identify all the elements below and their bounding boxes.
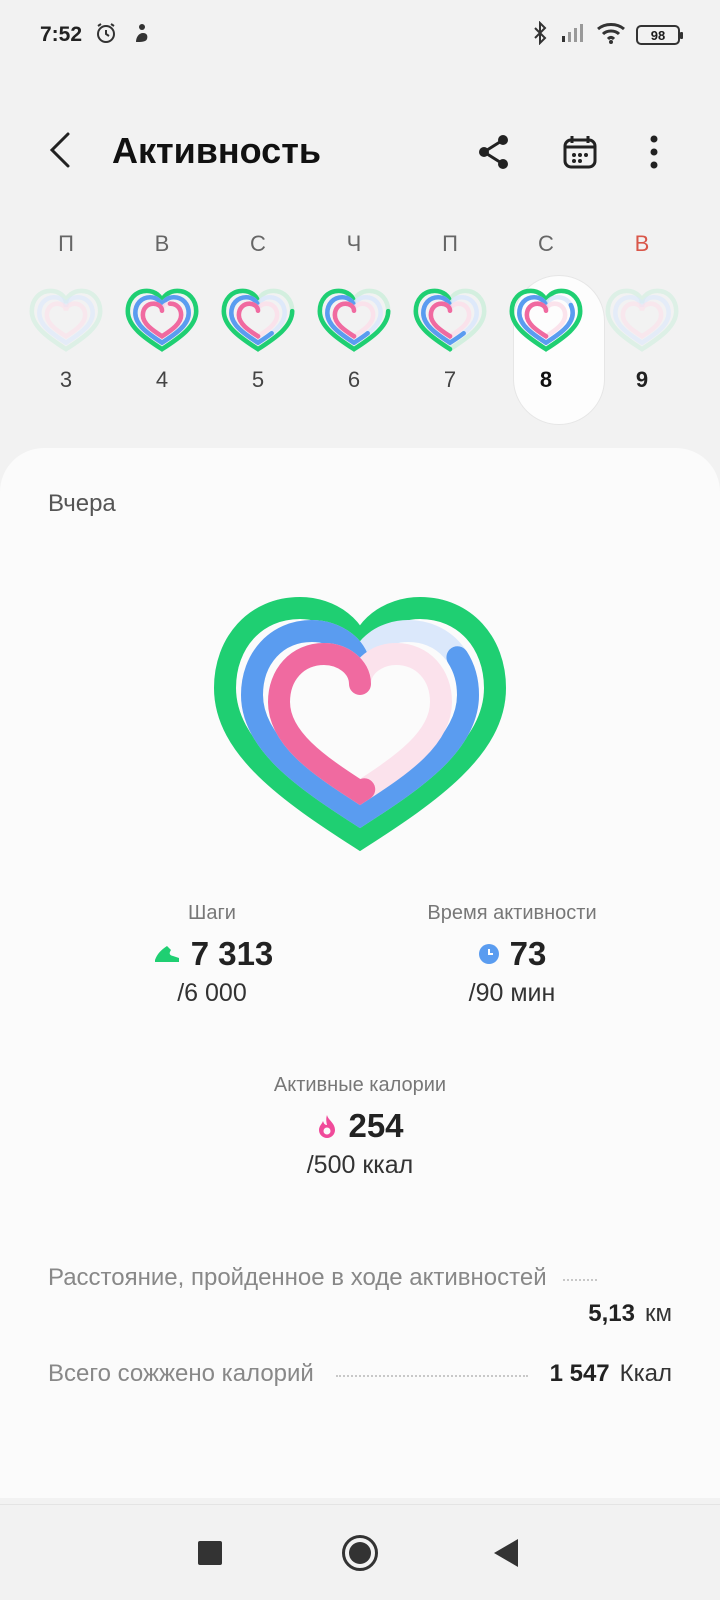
calories-goal: /500 ккал: [306, 1151, 414, 1179]
day-number: 9: [635, 367, 649, 392]
battery-icon: 98: [636, 25, 683, 45]
day-number: 6: [347, 367, 361, 392]
bluetooth-icon: [530, 20, 550, 50]
date-label: Вчера: [48, 490, 116, 517]
day-heart-icon: [28, 285, 104, 355]
page-title: Активность: [112, 130, 321, 171]
back-nav-button[interactable]: [494, 1539, 518, 1567]
activity-card: Вчера Шаги 7 313 /6 000 Время активности…: [0, 448, 720, 1498]
dotted-leader: [335, 1375, 528, 1377]
week-selector: П3В4С5Ч6П7С8В9: [20, 225, 700, 430]
share-icon: [479, 135, 508, 169]
day-letter: Ч: [346, 231, 362, 256]
day-heart-icon: [316, 285, 392, 355]
dotted-leader: [562, 1279, 597, 1281]
day-item-9[interactable]: В9: [596, 225, 688, 425]
calories-value: 254: [348, 1107, 404, 1144]
day-letter: В: [634, 231, 650, 256]
activity-heart-rings: [213, 596, 507, 852]
total-calories-row: Всего сожжено калорий 1 547 Ккал: [48, 1360, 672, 1388]
day-heart-icon: [124, 285, 200, 355]
status-bar: 7:52 98: [0, 0, 720, 70]
distance-unit: км: [645, 1300, 672, 1327]
calendar-button[interactable]: [558, 130, 602, 174]
notification-icon: [130, 22, 152, 49]
day-heart-icon: [604, 285, 680, 355]
steps-label: Шаги: [188, 902, 236, 924]
day-letter: С: [250, 231, 266, 256]
day-item-5[interactable]: С5: [212, 225, 304, 425]
wifi-icon: [596, 21, 626, 50]
day-heart-icon: [220, 285, 296, 355]
day-letter: П: [442, 231, 458, 256]
total-calories-unit: Ккал: [619, 1360, 672, 1387]
steps-value: 7 313: [190, 935, 274, 972]
app-bar: Активность: [0, 110, 720, 190]
recents-button[interactable]: [198, 1541, 222, 1565]
home-icon: [349, 1542, 371, 1564]
day-number: 3: [59, 367, 73, 392]
distance-row: Расстояние, пройденное в ходе активносте…: [48, 1264, 672, 1328]
day-item-7[interactable]: П7: [404, 225, 496, 425]
day-item-4[interactable]: В4: [116, 225, 208, 425]
day-number: 8: [539, 367, 553, 392]
total-calories-value: 1 547: [549, 1360, 610, 1387]
distance-value: 5,13: [588, 1300, 635, 1327]
signal-icon: [560, 22, 586, 49]
total-calories-label: Всего сожжено калорий: [48, 1360, 314, 1387]
day-heart-icon: [412, 285, 488, 355]
day-item-6[interactable]: Ч6: [308, 225, 400, 425]
day-number: 5: [251, 367, 265, 392]
shoe-icon: [154, 946, 179, 962]
calendar-icon: [563, 136, 597, 169]
back-button[interactable]: [40, 128, 80, 172]
share-button[interactable]: [472, 130, 516, 174]
more-options-button[interactable]: [636, 130, 672, 174]
day-number: 7: [443, 367, 457, 392]
day-heart-icon: [508, 285, 584, 355]
more-vertical-icon: [650, 135, 658, 169]
steps-stat: Шаги 7 313 /6 000: [102, 902, 322, 1008]
active-time-goal: /90 мин: [468, 979, 556, 1007]
day-letter: С: [538, 231, 554, 256]
active-time-label: Время активности: [427, 902, 597, 924]
active-time-value: 73: [509, 935, 547, 972]
day-item-8[interactable]: С8: [500, 225, 592, 425]
clock-icon: [478, 944, 499, 964]
system-nav-bar: [0, 1504, 720, 1600]
day-letter: П: [58, 231, 74, 256]
alarm-icon: [94, 21, 118, 50]
flame-icon: [319, 1115, 336, 1138]
day-item-3[interactable]: П3: [20, 225, 112, 425]
status-time: 7:52: [40, 23, 83, 46]
calories-stat: Активные калории 254 /500 ккал: [240, 1074, 480, 1180]
home-button[interactable]: [342, 1535, 378, 1571]
calories-label: Активные калории: [273, 1074, 447, 1096]
active-time-stat: Время активности 73 /90 мин: [392, 902, 632, 1008]
distance-label: Расстояние, пройденное в ходе активносте…: [48, 1264, 547, 1291]
day-number: 4: [155, 367, 169, 392]
chevron-left-icon: [49, 132, 70, 168]
day-letter: В: [154, 231, 170, 256]
steps-goal: /6 000: [177, 979, 247, 1007]
